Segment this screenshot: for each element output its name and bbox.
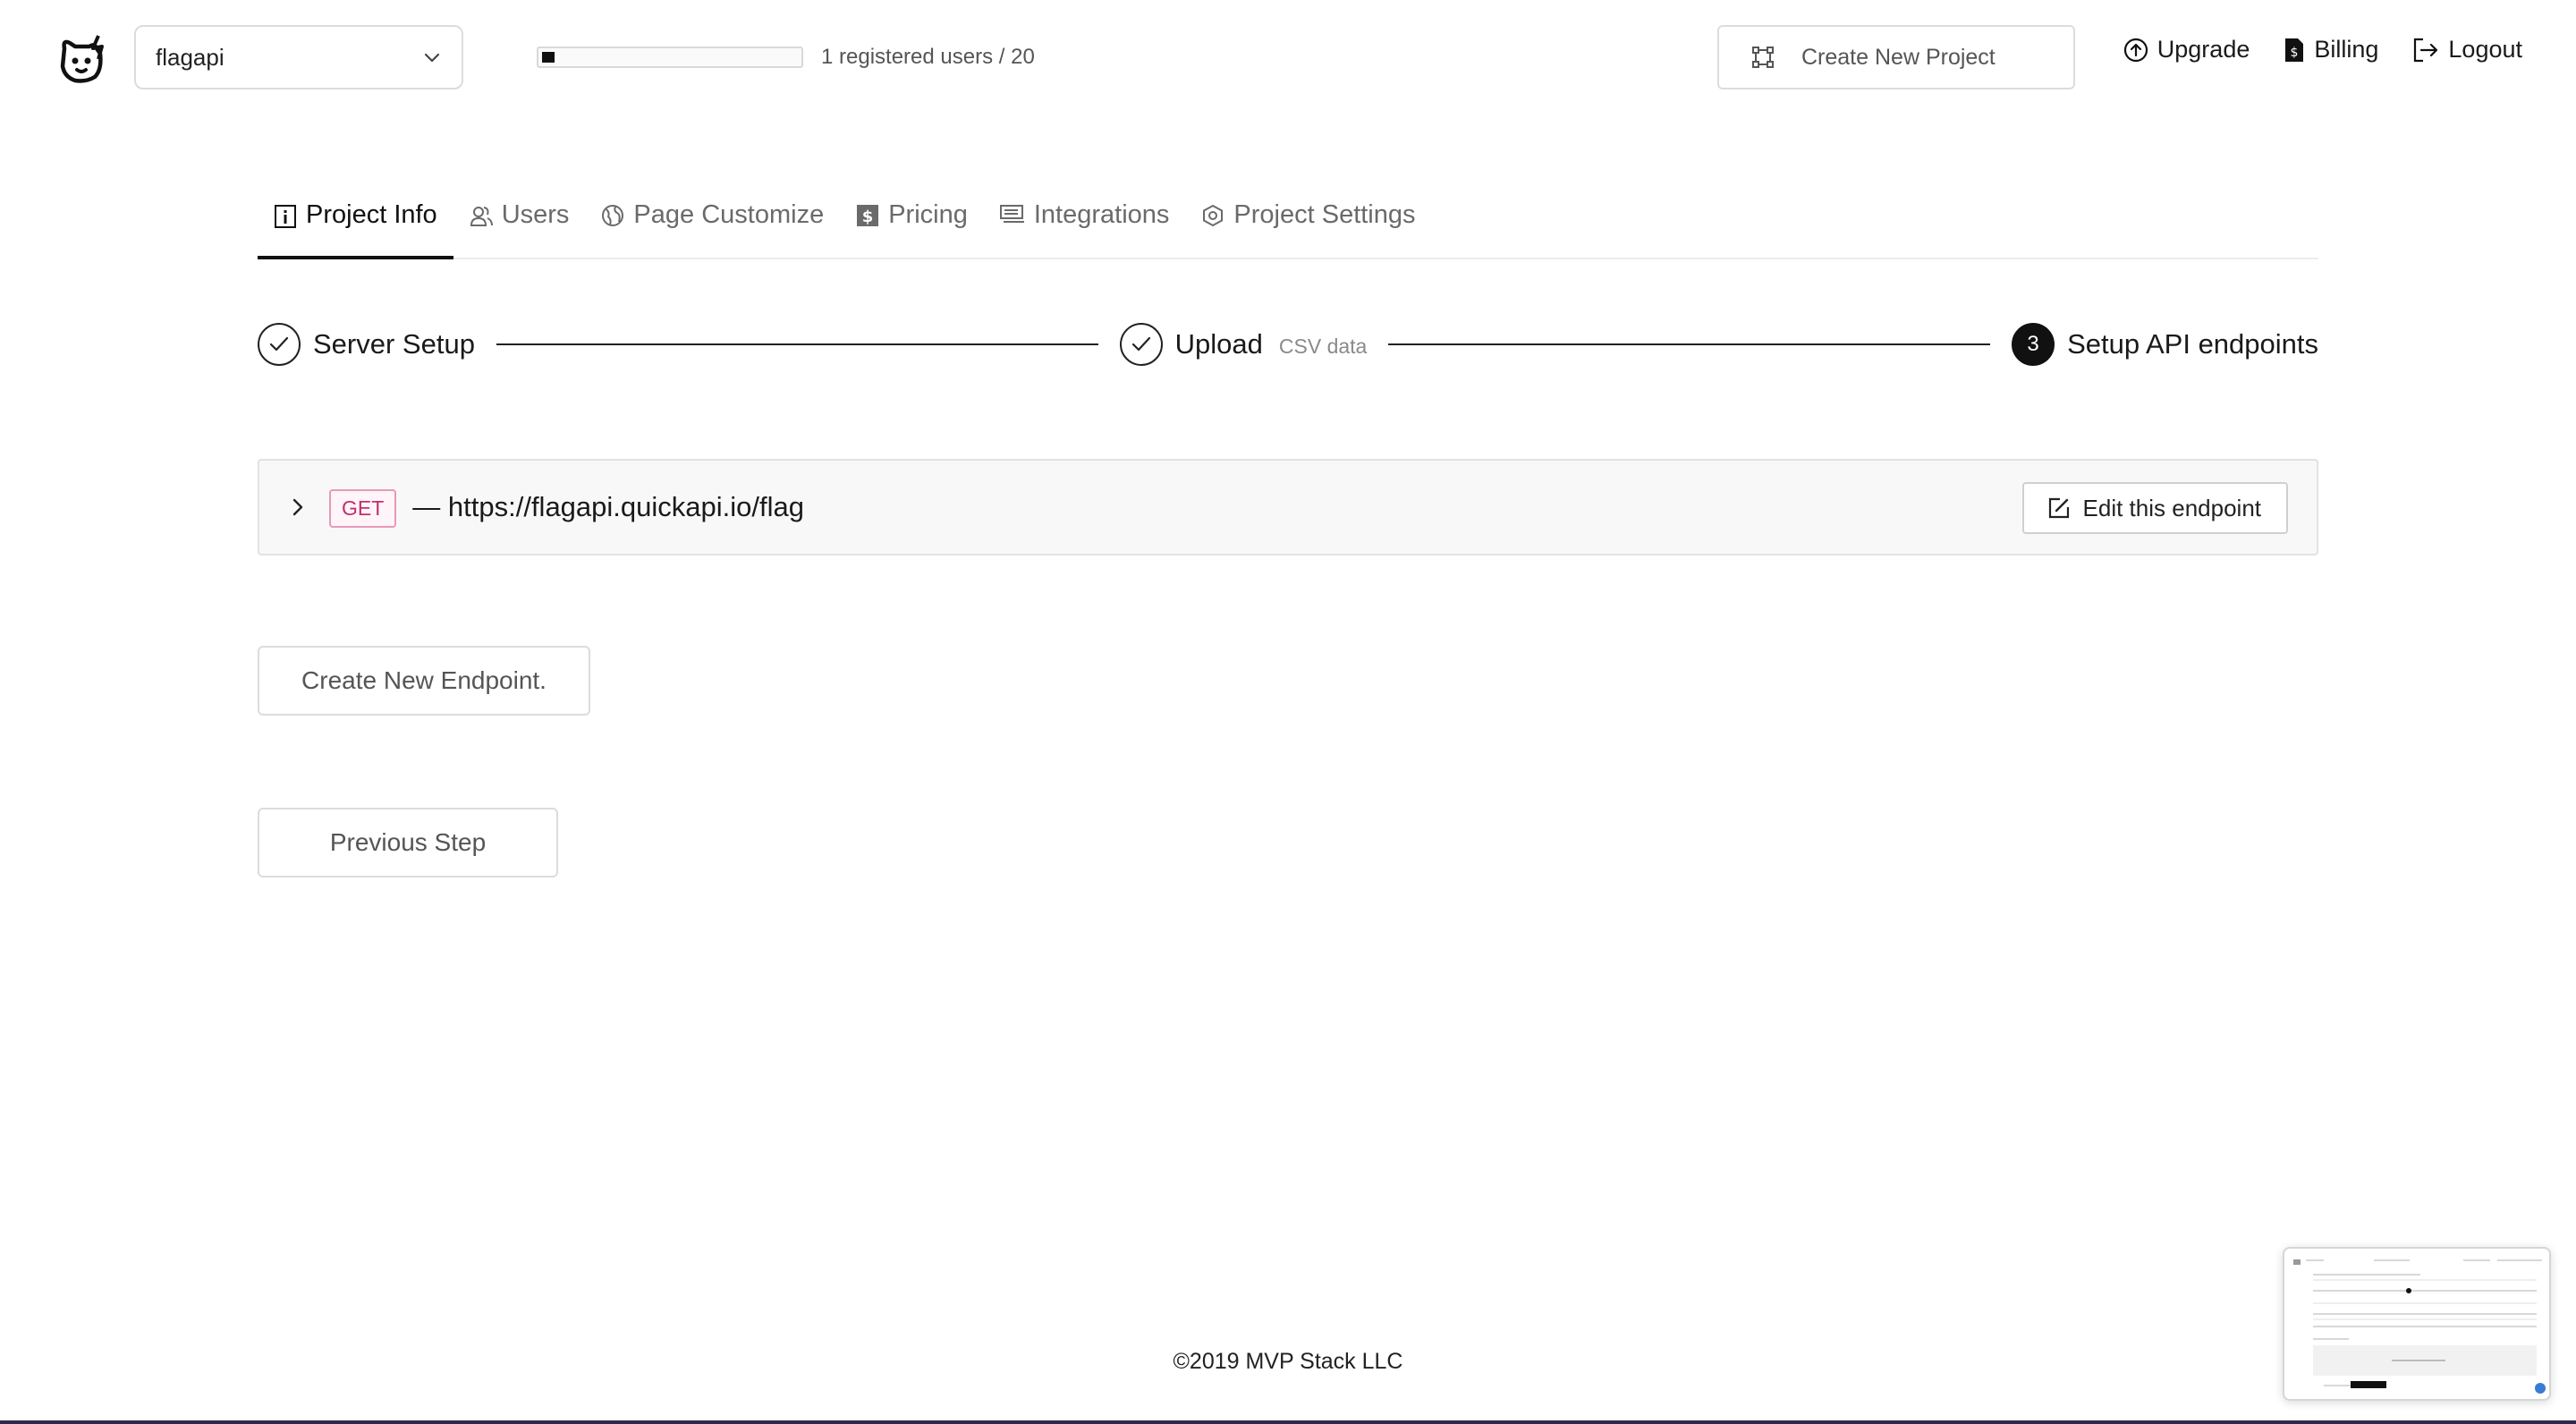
page-preview-thumbnail[interactable] [2283,1247,2551,1401]
tab-label: Project Settings [1233,200,1416,229]
upgrade-link[interactable]: Upgrade [2123,36,2250,64]
logout-label: Logout [2448,36,2522,63]
check-icon [258,323,301,366]
check-icon [1119,323,1163,366]
tab-label: Pricing [888,200,968,229]
setup-stepper: Server Setup Upload CSV data 3 Setup API… [258,322,2318,367]
info-icon [275,205,296,228]
usage-progress-bar [537,47,803,68]
top-links: Upgrade $ Billing Logout [2123,36,2522,64]
step-number-badge: 3 [2012,323,2055,366]
tab-label: Integrations [1033,200,1170,229]
project-nodes-icon [1752,47,1774,68]
project-select[interactable]: flagapi [134,25,463,89]
window-bottom-edge [0,1420,2576,1424]
svg-text:$: $ [862,208,874,226]
billing-label: Billing [2314,36,2379,63]
user-usage: 1 registered users / 20 [537,45,1035,70]
step-title: Server Setup [313,328,475,360]
logout-icon [2414,38,2438,62]
http-method-badge: GET [329,488,397,528]
dollar-icon: $ [857,205,879,226]
users-icon [470,207,493,226]
tab-project-settings[interactable]: Project Settings [1185,188,1431,258]
chevron-right-icon[interactable] [286,496,309,519]
step-title: Setup API endpoints [2067,328,2319,360]
step-upload[interactable]: Upload CSV data [1119,323,1368,366]
project-tabs: Project Info Users Page Customize $ Pric… [258,188,2318,259]
logo-icon[interactable] [59,34,111,84]
step-title: Upload [1174,328,1263,360]
tab-label: Users [501,200,570,229]
tab-integrations[interactable]: Integrations [984,188,1186,258]
footer-copyright: ©2019 MVP Stack LLC [1173,1349,1403,1374]
endpoint-row[interactable]: GET — https://flagapi.quickapi.io/flag E… [258,459,2318,555]
settings-hexagon-icon [1203,204,1224,227]
project-select-value: flagapi [156,43,225,71]
tab-users[interactable]: Users [453,188,586,258]
step-description: CSV data [1278,334,1368,358]
tab-label: Project Info [306,200,437,229]
integrations-icon [999,205,1024,223]
globe-icon [602,205,624,226]
create-new-endpoint-button[interactable]: Create New Endpoint. [258,646,590,716]
step-server-setup[interactable]: Server Setup [258,323,475,366]
tab-project-info[interactable]: Project Info [258,188,453,259]
logout-link[interactable]: Logout [2412,36,2522,64]
edit-icon [2048,497,2069,519]
edit-endpoint-label: Edit this endpoint [2082,494,2261,521]
arrow-up-circle-icon [2123,38,2148,62]
tab-page-customize[interactable]: Page Customize [585,188,840,258]
tab-label: Page Customize [633,200,825,229]
step-connector [1388,343,1991,345]
step-connector [496,343,1098,345]
create-new-project-button[interactable]: Create New Project [1717,25,2075,89]
create-new-project-label: Create New Project [1801,44,1996,70]
step-setup-api-endpoints[interactable]: 3 Setup API endpoints [2012,323,2318,366]
usage-progress-fill [542,52,555,63]
previous-step-button[interactable]: Previous Step [258,808,558,877]
chevron-down-icon [424,53,440,63]
tab-pricing[interactable]: $ Pricing [840,188,984,258]
endpoint-url: — https://flagapi.quickapi.io/flag [412,491,804,522]
svg-text:$: $ [2291,46,2299,60]
dollar-document-icon: $ [2285,38,2304,62]
billing-link[interactable]: $ Billing [2284,36,2378,64]
upgrade-label: Upgrade [2157,36,2250,63]
usage-text: 1 registered users / 20 [821,45,1035,69]
edit-endpoint-button[interactable]: Edit this endpoint [2021,482,2288,534]
